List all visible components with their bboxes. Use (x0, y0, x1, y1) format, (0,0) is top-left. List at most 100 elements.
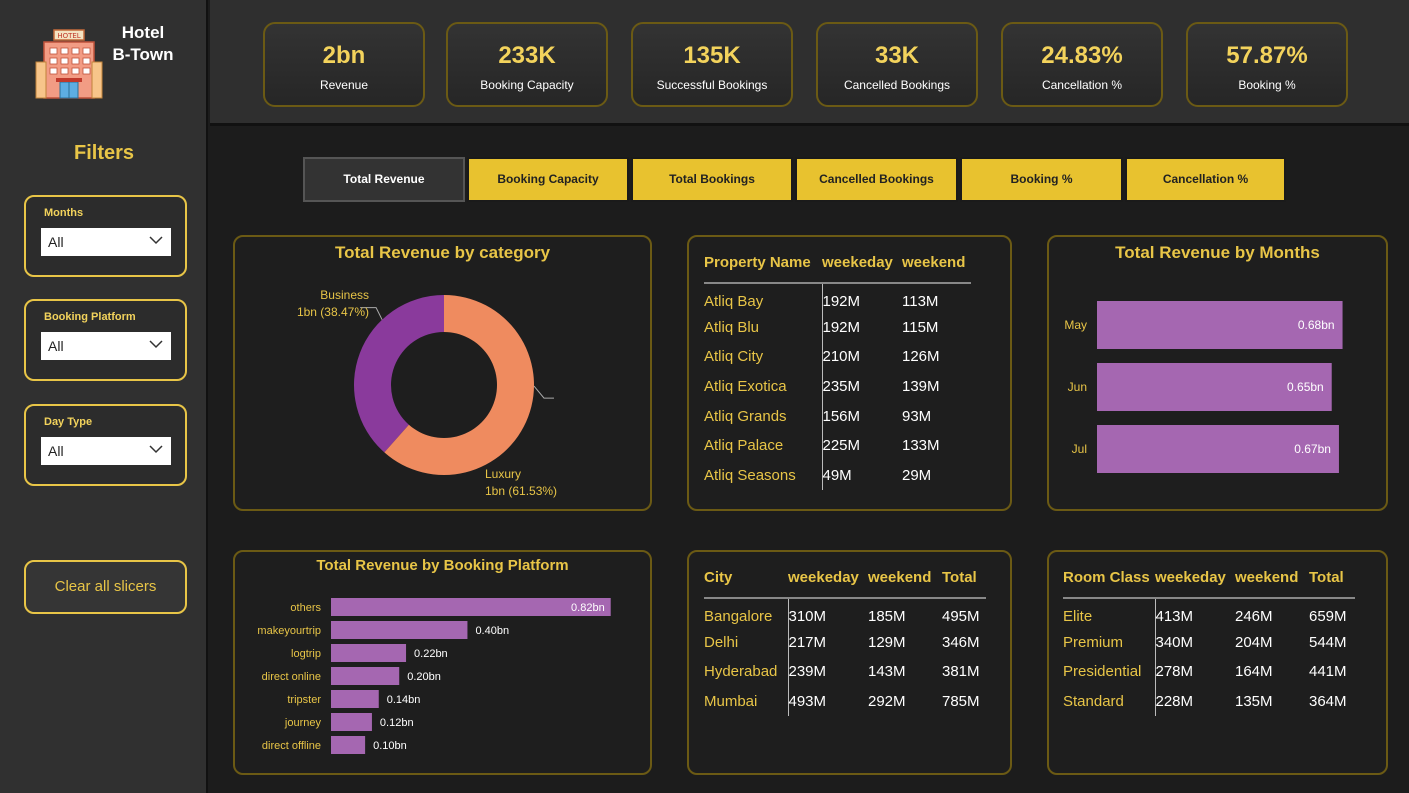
brand-line-2: B-Town (112, 45, 174, 64)
slice-label-luxury-value: 1bn (61.53%) (485, 484, 557, 498)
property-matrix: Property Name weekeday weekend Atliq Bay… (704, 243, 971, 491)
city-name-cell: Mumbai (704, 693, 758, 711)
kpi-card-successful-bookings: 135K Successful Bookings (631, 22, 793, 107)
slicer-booking-platform-label: Booking Platform (44, 311, 136, 323)
tab-booking-pct[interactable]: Booking % (960, 157, 1123, 202)
slicer-booking-platform-dropdown[interactable]: All (41, 332, 171, 360)
tab-cancelled-bookings[interactable]: Cancelled Bookings (795, 157, 958, 202)
table-row: Atliq City 210M 126M (704, 342, 971, 372)
room-class-table-panel: Room Class weekeday weekend Total Elite 4… (1047, 550, 1388, 775)
tab-total-revenue[interactable]: Total Revenue (303, 157, 465, 202)
room-class-matrix: Room Class weekeday weekend Total Elite 4… (1063, 558, 1355, 717)
slicer-booking-platform-value: All (48, 338, 64, 354)
room-class-name-cell: Standard (1063, 693, 1124, 711)
column-header: City (704, 569, 733, 586)
property-name-cell: Atliq Grands (704, 407, 787, 425)
value-cell: 441M (1309, 663, 1347, 681)
chevron-down-icon (149, 445, 163, 454)
logo-sign-text: HOTEL (57, 32, 80, 40)
sidebar: HOTEL Hotel B-Town Filters Months All Bo… (0, 0, 208, 793)
slicer-day-type-value: All (48, 443, 64, 459)
bar-tripster[interactable] (331, 690, 379, 708)
slicer-booking-platform: Booking Platform All (24, 299, 187, 381)
donut-chart: Business 1bn (38.47%) Luxury 1bn (61.53%) (297, 288, 557, 498)
slicer-months-value: All (48, 234, 64, 250)
kpi-value: 24.83% (1041, 42, 1123, 69)
data-label: 0.14bn (387, 694, 421, 706)
data-label: 0.68bn (1298, 318, 1335, 332)
table-row: Atliq Palace 225M 133M (704, 430, 971, 461)
slicer-months-dropdown[interactable]: All (41, 228, 171, 256)
revenue-by-category-panel: Total Revenue by category Business 1bn (3… (233, 235, 652, 511)
column-header: Room Class (1063, 569, 1150, 586)
category-label: journey (284, 717, 322, 729)
value-cell: 135M (1235, 693, 1273, 711)
category-label: others (290, 602, 321, 614)
kpi-card-booking-pct: 57.87% Booking % (1186, 22, 1348, 107)
data-label: 0.20bn (407, 671, 441, 683)
filters-title: Filters (73, 142, 135, 164)
value-cell: 381M (942, 663, 980, 681)
bar-others[interactable] (331, 598, 611, 616)
slicer-day-type-label: Day Type (44, 416, 93, 428)
value-cell: 113M (902, 292, 939, 310)
city-table-panel: City weekeday weekend Total Bangalore 310… (687, 550, 1012, 775)
table-row: Atliq Seasons 49M 29M (704, 460, 971, 491)
value-cell: 126M (902, 348, 940, 366)
value-cell: 228M (1154, 686, 1235, 717)
room-class-name-cell: Presidential (1063, 663, 1142, 681)
bar-direct-offline[interactable] (331, 736, 366, 754)
property-name-cell: Atliq Palace (704, 437, 784, 455)
property-name-cell: Atliq Exotica (704, 378, 787, 396)
platform-bar-chart: others 0.82bn makeyourtrip 0.40bn logtrip 0.2… (257, 598, 611, 754)
value-cell: 364M (1309, 693, 1347, 711)
city-matrix: City weekeday weekend Total Bangalore 310… (704, 558, 986, 717)
property-name-cell: Atliq Seasons (704, 466, 796, 484)
data-label: 0.40bn (475, 625, 509, 637)
category-label: tripster (287, 694, 321, 706)
column-header: Total (1309, 569, 1344, 586)
tab-booking-capacity[interactable]: Booking Capacity (467, 157, 629, 202)
table-row: Mumbai 493M 292M 785M (704, 686, 986, 717)
slicer-day-type-dropdown[interactable]: All (41, 437, 171, 465)
data-label: 0.12bn (380, 717, 414, 729)
slicer-day-type: Day Type All (24, 404, 187, 486)
column-header: Total (942, 569, 977, 586)
bar-direct-online[interactable] (331, 667, 400, 685)
bar-logtrip[interactable] (331, 644, 407, 662)
kpi-value: 57.87% (1226, 42, 1308, 69)
brand-name: Hotel B-Town (108, 22, 178, 66)
revenue-by-platform-panel: Total Revenue by Booking Platform others… (233, 550, 652, 775)
table-row: Atliq Bay 192M 113M (704, 283, 971, 313)
value-cell: 544M (1309, 633, 1347, 651)
data-label: 0.67bn (1294, 442, 1331, 456)
room-class-name-cell: Elite (1063, 607, 1093, 625)
category-label: May (1064, 318, 1087, 332)
value-cell: 246M (1235, 607, 1273, 625)
kpi-label: Cancellation % (1041, 78, 1123, 92)
column-header: weekeday (788, 569, 859, 586)
bar-makeyourtrip[interactable] (331, 621, 468, 639)
value-cell: 340M (1154, 627, 1235, 658)
kpi-card-booking-capacity: 233K Booking Capacity (446, 22, 608, 107)
property-name-cell: Atliq Bay (704, 292, 764, 310)
kpi-label: Booking % (1238, 78, 1296, 92)
kpi-label: Cancelled Bookings (843, 78, 951, 92)
column-header: weekend (1235, 569, 1299, 586)
property-table-panel: Property Name weekeday weekend Atliq Bay… (687, 235, 1012, 511)
table-row: Delhi 217M 129M 346M (704, 627, 986, 658)
tab-cancellation-pct[interactable]: Cancellation % (1125, 157, 1286, 202)
data-label: 0.65bn (1287, 380, 1324, 394)
table-header-row: Room Class weekeday weekend Total (1063, 558, 1355, 598)
city-name-cell: Hyderabad (704, 663, 778, 681)
kpi-label: Booking Capacity (480, 78, 574, 92)
value-cell: 139M (902, 378, 940, 396)
clear-all-slicers-button[interactable]: Clear all slicers (24, 560, 187, 614)
value-cell: 129M (868, 633, 906, 651)
value-cell: 225M (821, 430, 902, 461)
kpi-header: 2bn Revenue 233K Booking Capacity 135K S… (210, 0, 1409, 126)
property-name-cell: Atliq Blu (704, 318, 760, 336)
tab-total-bookings[interactable]: Total Bookings (631, 157, 793, 202)
table-row: Premium 340M 204M 544M (1063, 627, 1355, 658)
bar-journey[interactable] (331, 713, 372, 731)
